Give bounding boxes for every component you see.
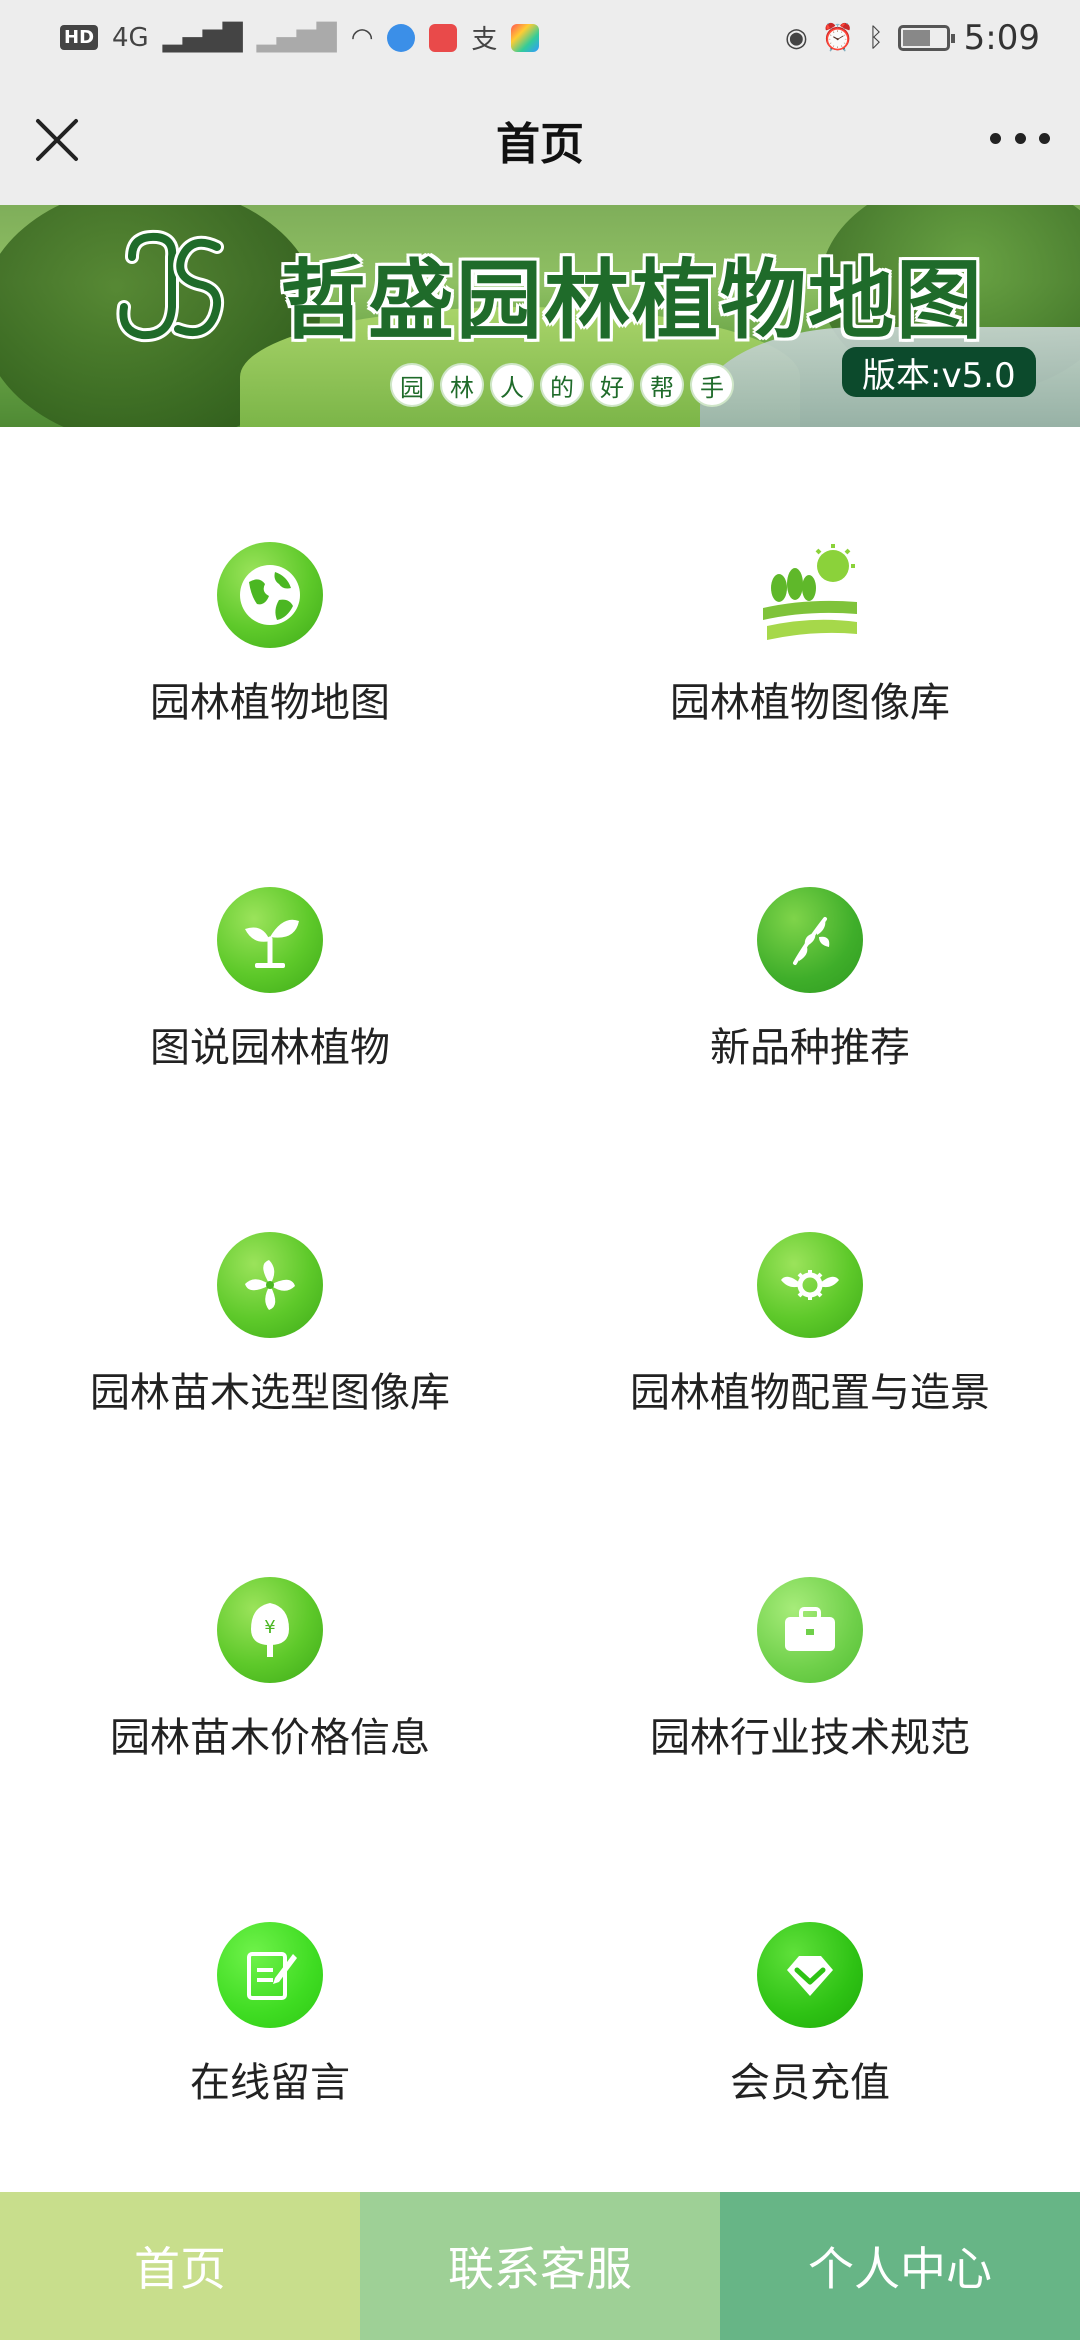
slogan-char: 人 [492, 365, 532, 405]
pinwheel-icon [217, 1232, 323, 1338]
slogan-char: 林 [442, 365, 482, 405]
edit-note-icon [217, 1922, 323, 2028]
menu-label: 园林行业技术规范 [650, 1715, 970, 1761]
menu-item-plant-configuration[interactable]: 园林植物配置与造景 [540, 1157, 1080, 1502]
page-title: 首页 [496, 119, 584, 170]
alarm-icon: ⏰ [821, 22, 855, 53]
tab-home[interactable]: 首页 [0, 2192, 360, 2340]
menu-label: 在线留言 [190, 2060, 350, 2106]
menu-item-member-recharge[interactable]: 会员充值 [540, 1847, 1080, 2192]
wifi-icon: ◠ [350, 22, 374, 53]
status-right: ◉ ⏰ ᛒ 5:09 [785, 18, 1040, 58]
menu-item-new-varieties[interactable]: 新品种推荐 [540, 812, 1080, 1157]
slogan-char: 园 [392, 365, 432, 405]
menu-label: 新品种推荐 [710, 1025, 910, 1071]
tab-contact-service[interactable]: 联系客服 [360, 2192, 720, 2340]
menu-label: 会员充值 [730, 2060, 890, 2106]
menu-label: 园林苗木选型图像库 [90, 1370, 450, 1416]
menu-item-nursery-gallery[interactable]: 园林苗木选型图像库 [0, 1157, 540, 1502]
slogan-char: 好 [592, 365, 632, 405]
tab-profile[interactable]: 个人中心 [720, 2192, 1080, 2340]
banner: 哲盛园林植物地图 园 林 人 的 好 帮 手 版本:v5.0 [0, 205, 1080, 427]
signal-2-icon: ▂▄▆█ [256, 22, 337, 53]
book-app-icon [429, 23, 458, 52]
menu-item-technical-standards[interactable]: 园林行业技术规范 [540, 1502, 1080, 1847]
close-icon[interactable] [30, 113, 84, 167]
banner-title: 哲盛园林植物地图 [280, 250, 984, 351]
version-badge: 版本:v5.0 [842, 347, 1036, 397]
menu-label: 园林植物配置与造景 [630, 1370, 990, 1416]
alipay-icon: 支 [471, 25, 498, 55]
status-bar: HD 4G ▂▄▆█ ▂▄▆█ ◠ 支 ◉ ⏰ ᛒ 5:09 [0, 0, 1080, 75]
menu-label: 园林植物地图 [150, 680, 390, 726]
diamond-icon [757, 1922, 863, 2028]
menu-item-illustrated-plants[interactable]: 图说园林植物 [0, 812, 540, 1157]
status-time: 5:09 [963, 17, 1040, 58]
bluetooth-icon: ᛒ [868, 22, 884, 53]
brand-logo-icon [116, 229, 224, 343]
slogan-char: 帮 [642, 365, 682, 405]
menu-label: 图说园林植物 [150, 1025, 390, 1071]
gear-wings-icon [757, 1232, 863, 1338]
menu-item-online-message[interactable]: 在线留言 [0, 1847, 540, 2192]
menu-label: 园林植物图像库 [670, 680, 950, 726]
leaf-icon [757, 887, 863, 993]
landscape-icon [757, 542, 863, 648]
battery-icon [897, 24, 955, 51]
network-type: 4G [112, 22, 149, 53]
svg-text:¥: ¥ [264, 1617, 275, 1638]
hd-icon: HD [60, 25, 99, 50]
menu-item-plant-map[interactable]: 园林植物地图 [0, 467, 540, 812]
briefcase-icon [757, 1577, 863, 1683]
slogan-char: 手 [692, 365, 732, 405]
tree-price-icon: ¥ [217, 1577, 323, 1683]
colorful-app-icon [511, 23, 540, 52]
nav-bar: 首页 [0, 75, 1080, 205]
menu-item-nursery-prices[interactable]: ¥ 园林苗木价格信息 [0, 1502, 540, 1847]
browser-app-icon [387, 23, 416, 52]
menu-grid: 园林植物地图 园林植物图像库 图说园林植物 新品种推荐 园林苗木选型图像库 园林… [0, 427, 1080, 2192]
sprout-icon [217, 887, 323, 993]
menu-item-plant-gallery[interactable]: 园林植物图像库 [540, 467, 1080, 812]
more-options-icon[interactable] [990, 123, 1050, 153]
eye-icon: ◉ [784, 22, 808, 53]
status-left: HD 4G ▂▄▆█ ▂▄▆█ ◠ 支 [60, 19, 540, 56]
signal-icon: ▂▄▆█ [162, 22, 243, 53]
banner-slogan: 园 林 人 的 好 帮 手 [392, 365, 732, 405]
globe-icon [217, 542, 323, 648]
menu-label: 园林苗木价格信息 [110, 1715, 430, 1761]
slogan-char: 的 [542, 365, 582, 405]
bottom-tab-bar: 首页 联系客服 个人中心 [0, 2192, 1080, 2340]
